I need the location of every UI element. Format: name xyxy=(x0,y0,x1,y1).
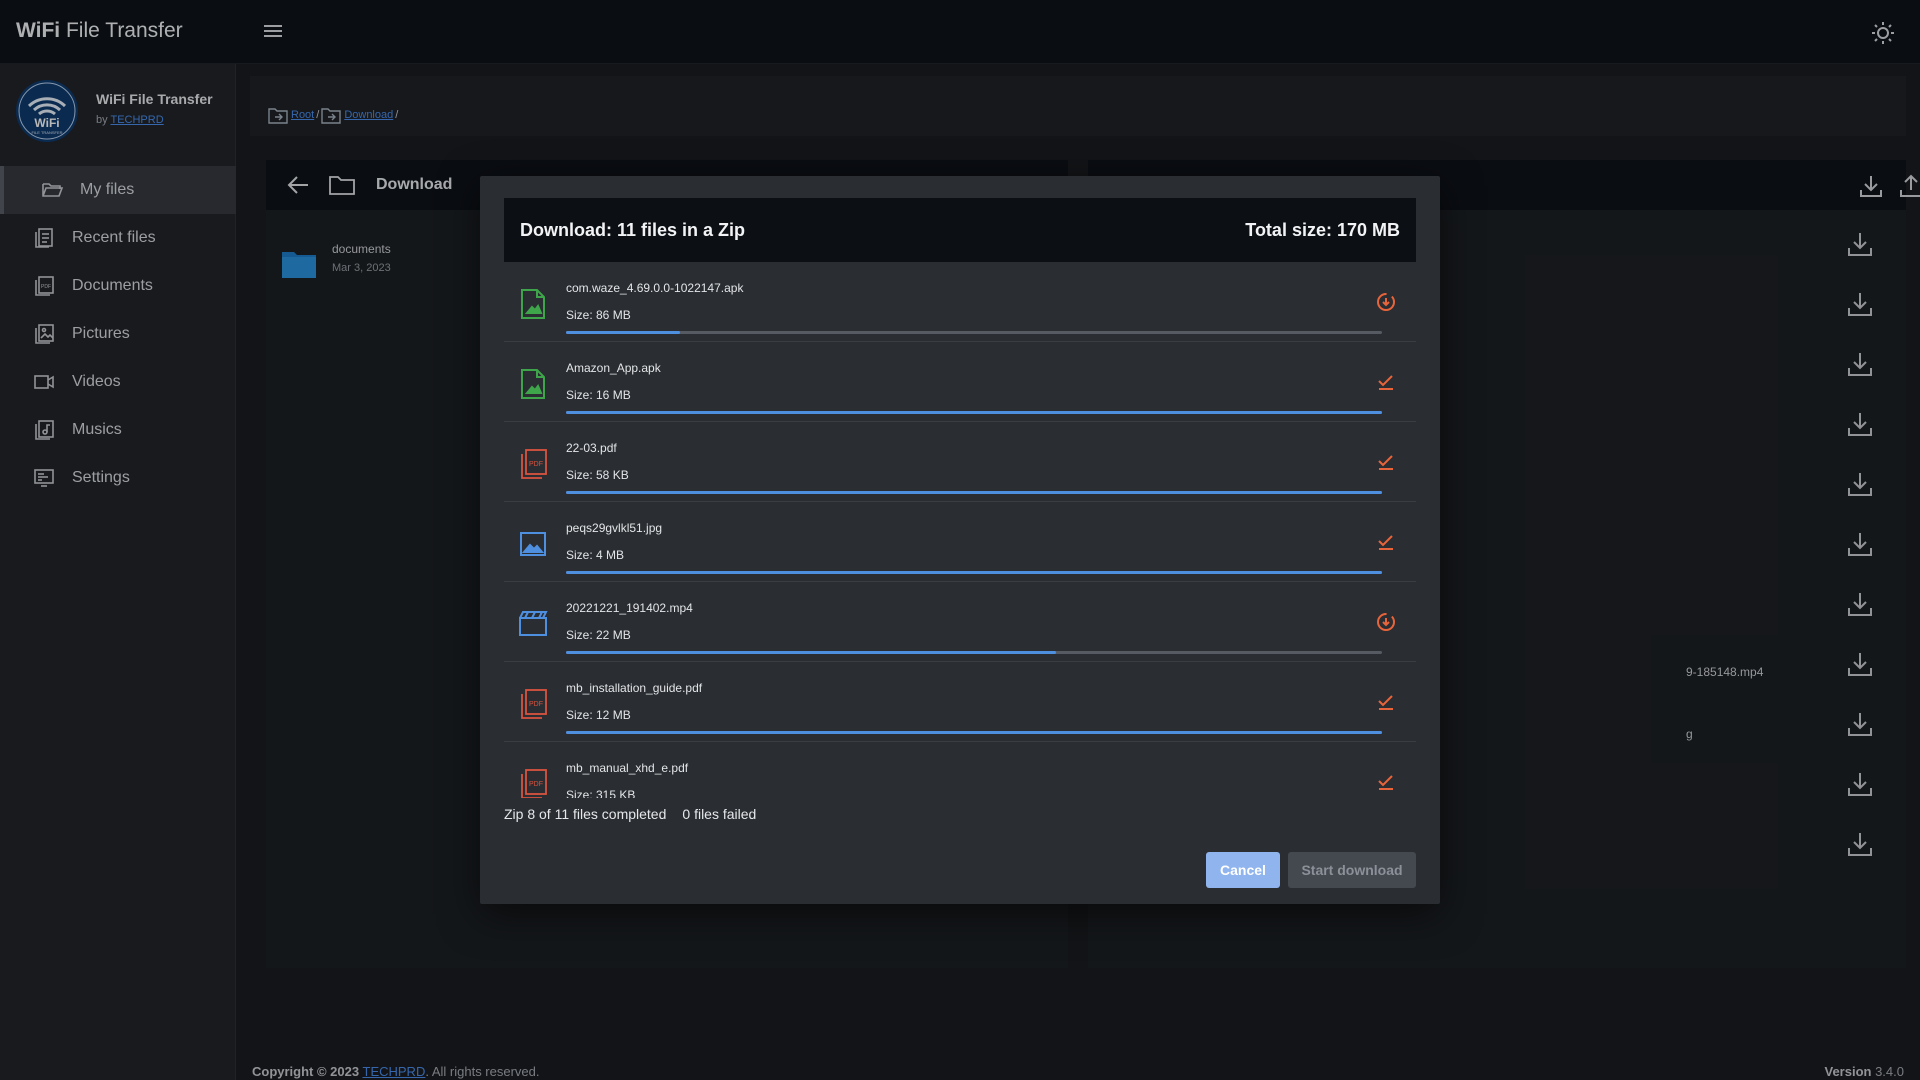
file-size: Size: 22 MB xyxy=(566,628,631,642)
list-item: PDF mb_manual_xhd_e.pdf Size: 315 KB xyxy=(504,742,1416,798)
cancel-button[interactable]: Cancel xyxy=(1206,852,1280,888)
apk-file-icon xyxy=(518,288,548,320)
svg-text:PDF: PDF xyxy=(529,701,543,708)
done-check-icon xyxy=(1374,450,1398,474)
file-size: Size: 86 MB xyxy=(566,308,631,322)
file-name: com.waze_4.69.0.0-1022147.apk xyxy=(566,281,744,295)
list-item: PDF 22-03.pdf Size: 58 KB xyxy=(504,422,1416,502)
file-size: Size: 58 KB xyxy=(566,468,629,482)
video-clapper-icon xyxy=(518,608,548,640)
progress-bar xyxy=(566,411,1382,414)
svg-text:PDF: PDF xyxy=(529,781,543,788)
list-item: Amazon_App.apk Size: 16 MB xyxy=(504,342,1416,422)
progress-bar xyxy=(566,731,1382,734)
start-download-button[interactable]: Start download xyxy=(1288,852,1416,888)
file-size: Size: 16 MB xyxy=(566,388,631,402)
downloading-icon xyxy=(1374,290,1398,314)
completed-count: Zip 8 of 11 files completed xyxy=(504,806,667,822)
done-check-icon xyxy=(1374,530,1398,554)
file-name: 22-03.pdf xyxy=(566,441,617,455)
file-name: mb_installation_guide.pdf xyxy=(566,681,703,695)
list-item: peqs29gvlkl51.jpg Size: 4 MB xyxy=(504,502,1416,582)
file-name: mb_manual_xhd_e.pdf xyxy=(566,761,689,775)
file-name: 20221221_191402.mp4 xyxy=(566,601,693,615)
pdf-file-icon: PDF xyxy=(518,688,548,720)
dialog-header: Download: 11 files in a Zip Total size: … xyxy=(504,198,1416,262)
done-check-icon xyxy=(1374,370,1398,394)
zip-download-dialog: Download: 11 files in a Zip Total size: … xyxy=(480,176,1440,904)
file-size: Size: 12 MB xyxy=(566,708,631,722)
list-item: 20221221_191402.mp4 Size: 22 MB xyxy=(504,582,1416,662)
pdf-file-icon: PDF xyxy=(518,448,548,480)
progress-bar xyxy=(566,491,1382,494)
downloading-icon xyxy=(1374,610,1398,634)
svg-text:PDF: PDF xyxy=(529,461,543,468)
zip-progress-summary: Zip 8 of 11 files completed 0 files faile… xyxy=(504,806,756,822)
progress-bar xyxy=(566,651,1382,654)
done-check-icon xyxy=(1374,690,1398,714)
done-check-icon xyxy=(1374,770,1398,794)
file-name: Amazon_App.apk xyxy=(566,361,661,375)
progress-bar xyxy=(566,571,1382,574)
list-item: PDF mb_installation_guide.pdf Size: 12 M… xyxy=(504,662,1416,742)
failed-count: 0 files failed xyxy=(682,806,757,822)
download-file-list[interactable]: com.waze_4.69.0.0-1022147.apk Size: 86 M… xyxy=(504,262,1416,798)
image-file-icon xyxy=(518,528,548,560)
progress-bar xyxy=(566,331,1382,334)
pdf-file-icon: PDF xyxy=(518,768,548,798)
list-item: com.waze_4.69.0.0-1022147.apk Size: 86 M… xyxy=(504,262,1416,342)
dialog-total-size: Total size: 170 MB xyxy=(1245,220,1400,240)
dialog-title: Download: 11 files in a Zip xyxy=(520,220,746,240)
apk-file-icon xyxy=(518,368,548,400)
file-size: Size: 315 KB xyxy=(566,788,636,798)
file-name: peqs29gvlkl51.jpg xyxy=(566,521,663,535)
file-size: Size: 4 MB xyxy=(566,548,625,562)
